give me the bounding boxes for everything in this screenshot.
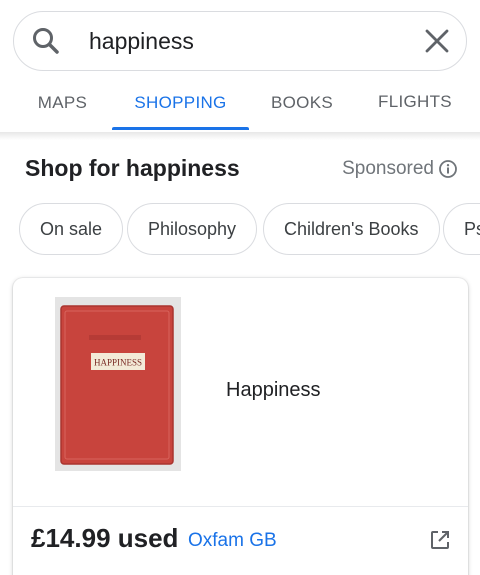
tab-shopping[interactable]: SHOPPING — [112, 78, 249, 130]
chip-childrens-books[interactable]: Children's Books — [263, 203, 440, 255]
sponsored-label[interactable]: Sponsored — [342, 158, 458, 180]
section-title: Shop for happiness — [25, 155, 240, 181]
product-title[interactable]: Happiness — [226, 379, 321, 402]
open-in-new-icon[interactable] — [429, 529, 451, 551]
chip-philosophy[interactable]: Philosophy — [127, 203, 258, 255]
tab-flights[interactable]: FLIGHTS — [366, 78, 464, 130]
product-price: £14.99 used — [31, 523, 179, 553]
product-image[interactable]: HAPPINESS — [55, 297, 181, 471]
chip-on-sale[interactable]: On sale — [19, 203, 124, 255]
card-divider — [13, 506, 468, 507]
tabs-divider — [0, 132, 480, 140]
shopping-results-page: MAPS SHOPPING BOOKS FLIGHTS Shop for hap… — [0, 0, 480, 575]
tab-maps[interactable]: MAPS — [24, 78, 101, 130]
tab-books[interactable]: BOOKS — [258, 78, 346, 130]
merchant-link[interactable]: Oxfam GB — [188, 530, 277, 552]
chip-ps[interactable]: Ps — [443, 203, 480, 255]
active-tab-indicator — [112, 127, 249, 130]
search-bar[interactable] — [13, 11, 467, 71]
book-cover-title: HAPPINESS — [94, 358, 142, 368]
close-icon[interactable] — [422, 26, 452, 56]
filter-chips: On sale Philosophy Children's Books Ps — [0, 203, 480, 257]
search-icon[interactable] — [30, 25, 62, 57]
search-input[interactable] — [89, 24, 409, 58]
search-tabs: MAPS SHOPPING BOOKS FLIGHTS — [0, 78, 480, 132]
info-icon[interactable] — [438, 159, 458, 179]
product-card[interactable]: HAPPINESS Happiness £14.99 used Oxfam GB — [13, 278, 468, 575]
sponsored-text: Sponsored — [342, 158, 434, 179]
